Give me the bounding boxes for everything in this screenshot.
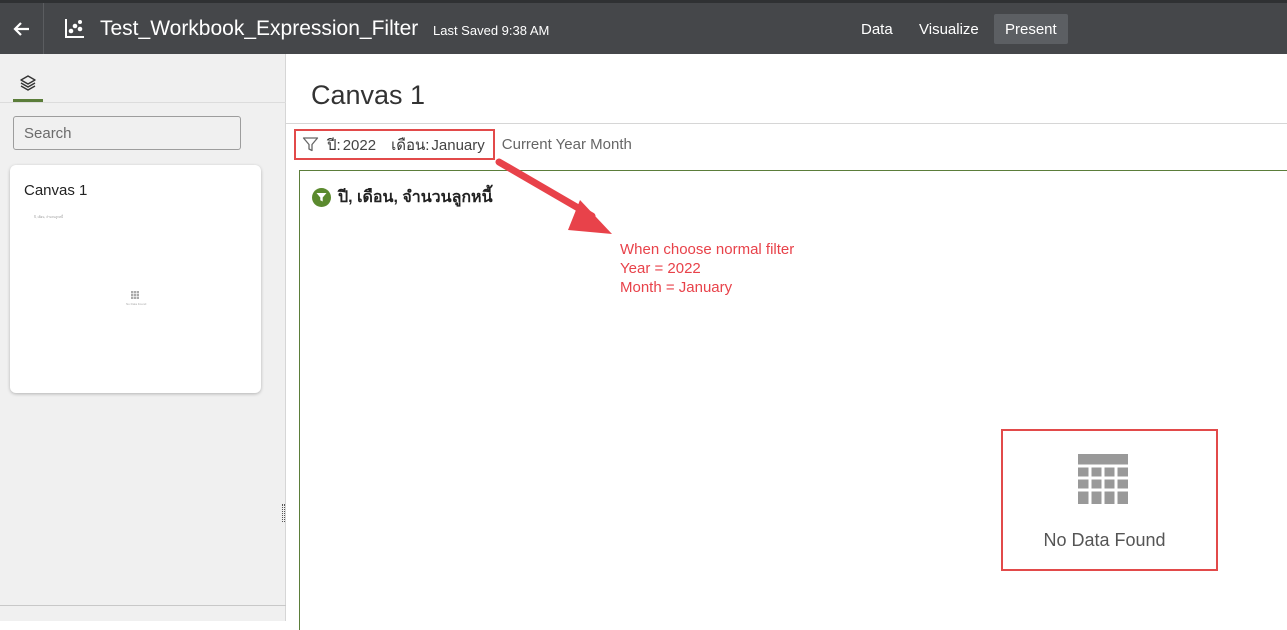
- panel-resize-handle[interactable]: [282, 504, 285, 522]
- tab-data[interactable]: Data: [850, 14, 904, 44]
- panel-bottom-divider: [0, 605, 286, 606]
- tab-present[interactable]: Present: [994, 14, 1068, 44]
- filter-highlight-box: ปี: 2022 เดือน: January: [294, 129, 495, 160]
- arrow-left-icon: [12, 21, 29, 36]
- canvas-card-label: Canvas 1: [24, 182, 88, 199]
- viz-header: ปี, เดือน, จำนวนลูกหนี้: [312, 185, 493, 210]
- workbook-title: Test_Workbook_Expression_Filter: [100, 17, 419, 40]
- table-grid-icon: [1078, 454, 1128, 504]
- panel-divider: [0, 102, 286, 103]
- annotation-note: When choose normal filter Year = 2022 Mo…: [620, 240, 794, 297]
- last-saved-status: Last Saved 9:38 AM: [433, 23, 550, 38]
- canvas-thumbnail-card[interactable]: Canvas 1 ปี, เดือน, จำนวนลูกหนี้ No Data…: [10, 165, 261, 393]
- canvas-title: Canvas 1: [311, 80, 426, 110]
- thumbnail-no-data: No Data Found: [126, 302, 147, 306]
- canvases-tab[interactable]: [13, 66, 43, 102]
- no-data-message: No Data Found: [1043, 530, 1166, 550]
- annotation-line: When choose normal filter: [620, 241, 795, 258]
- canvas-panel: Canvas 1 ปี, เดือน, จำนวนลูกหนี้ No Data…: [0, 54, 286, 621]
- filter-icon[interactable]: [302, 136, 319, 153]
- tab-visualize[interactable]: Visualize: [908, 14, 990, 44]
- thumbnail-grid-icon: [131, 291, 139, 299]
- viz-filter-icon: [312, 188, 331, 207]
- filter-month-label: เดือน:: [391, 136, 430, 154]
- annotation-arrow-icon: [495, 158, 612, 234]
- no-data-highlight-box: No Data Found: [1001, 429, 1218, 571]
- search-input[interactable]: [13, 116, 241, 150]
- filter-year-label: ปี:: [327, 136, 341, 154]
- filter-month[interactable]: เดือน: January: [391, 133, 485, 157]
- viz-title: ปี, เดือน, จำนวนลูกหนี้: [338, 189, 493, 206]
- top-bar: Test_Workbook_Expression_Filter Last Sav…: [0, 0, 1287, 54]
- filter-year[interactable]: ปี: 2022: [327, 133, 376, 157]
- filter-year-value: 2022: [342, 136, 377, 154]
- layers-icon: [20, 74, 36, 91]
- filter-month-value: January: [431, 136, 485, 154]
- thumbnail-viz-title: ปี, เดือน, จำนวนลูกหนี้: [34, 215, 63, 219]
- annotation-line: Month = January: [620, 279, 733, 296]
- annotation-line: Year = 2022: [620, 260, 701, 277]
- back-button[interactable]: [0, 3, 44, 54]
- title-divider: [286, 123, 1287, 124]
- workbook-icon: [65, 19, 84, 38]
